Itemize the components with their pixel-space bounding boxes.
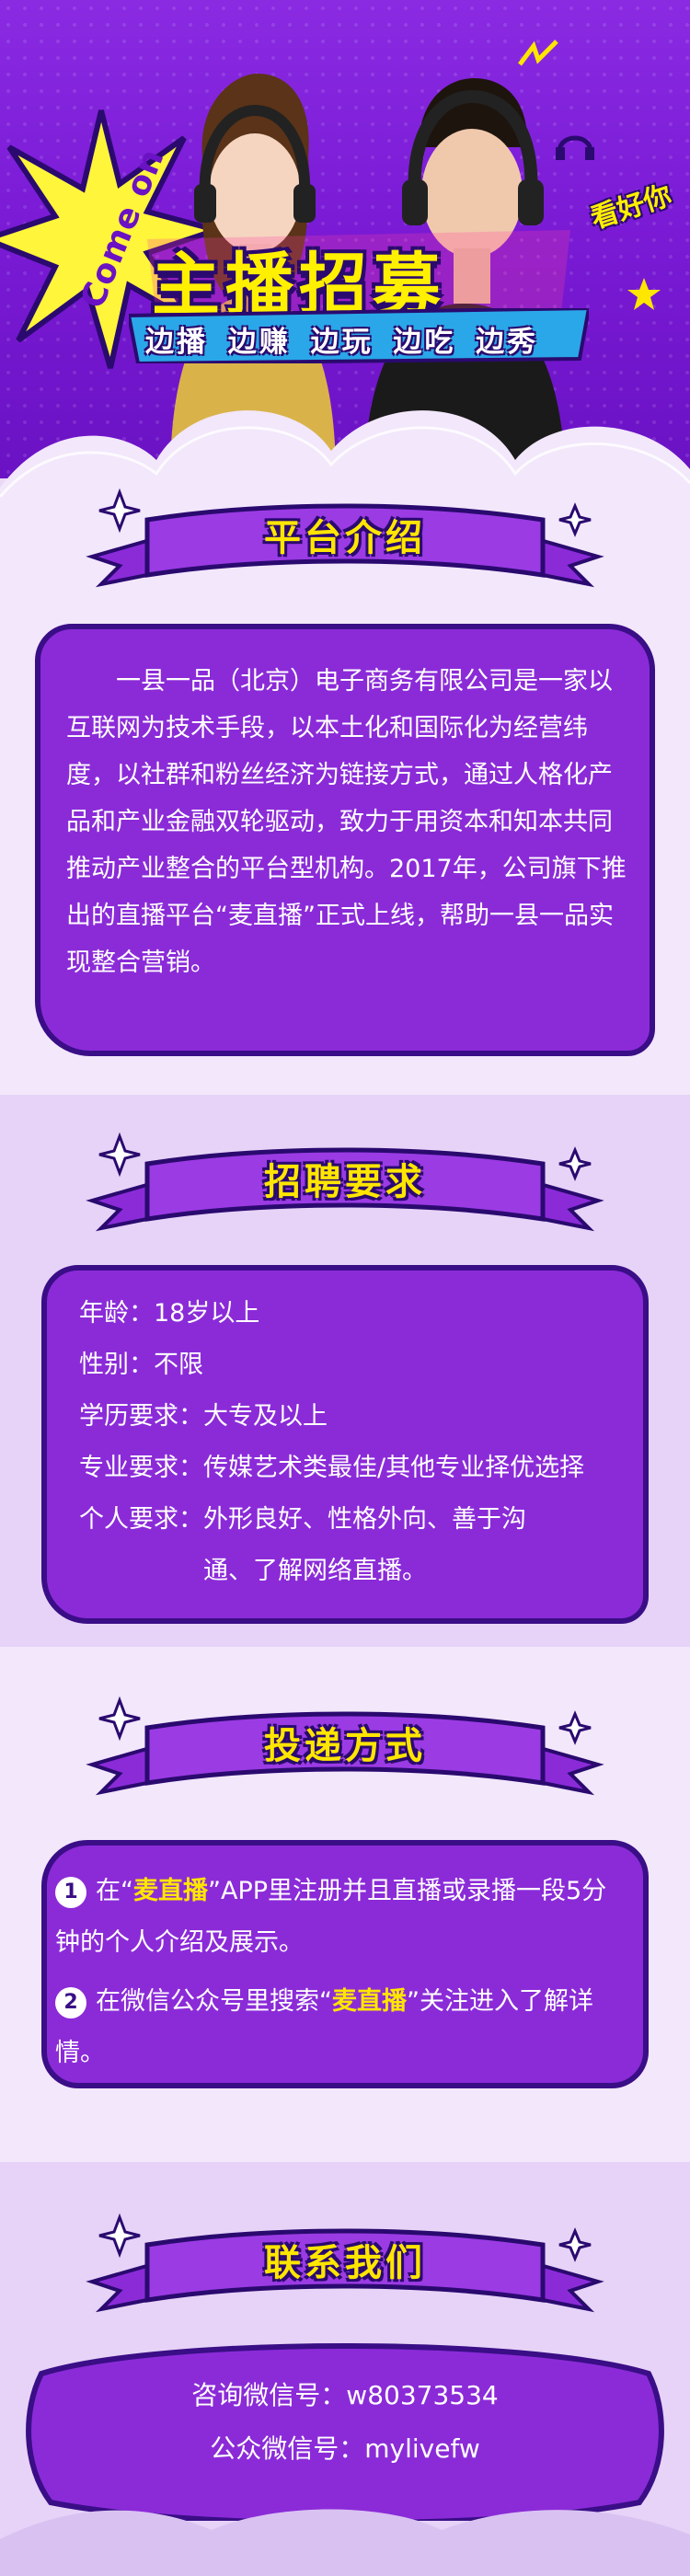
contact-wechat-line: 咨询微信号：w80373534 [191, 2380, 499, 2410]
requirements-title: 招聘要求 [264, 1161, 426, 1203]
apply-title: 投递方式 [264, 1725, 426, 1767]
requirement-item: 年龄： 18岁以上 [79, 1299, 260, 1328]
intro-title: 平台介绍 [264, 517, 426, 559]
lightning-icon [518, 40, 558, 66]
star-icon [627, 278, 661, 310]
requirement-item: 学历要求： 大专及以上 [79, 1402, 328, 1431]
intro-text: 一县一品（北京）电子商务有限公司是一家以互联网为技术手段，以本土化和国际化为经营… [66, 667, 627, 977]
requirement-item: 专业要求： 传媒艺术类最佳/其他专业择优选择 [79, 1454, 585, 1482]
contact-wechat-id[interactable]: w80373534 [346, 2380, 498, 2410]
hero-subtitle: 边播 边赚 边玩 边吃 边秀 [145, 326, 539, 359]
step-number-2-icon: 2 [55, 1986, 86, 2018]
requirement-item: 个人要求： 外形良好、性格外向、善于沟通、了解网络直播。 [79, 1505, 526, 1585]
apply-step-2: 2 在微信公众号里搜索“麦直播”关注进入了解详情。 [55, 1986, 593, 2067]
contact-official-id[interactable]: mylivefw [364, 2433, 479, 2464]
requirement-item: 性别： 不限 [79, 1351, 203, 1379]
requirements-list: 年龄： 18岁以上 性别： 不限 学历要求： 大专及以上 专业要求： 传媒艺术类最佳/其… [79, 1288, 631, 1597]
contact-official-line: 公众微信号：mylivefw [210, 2433, 480, 2464]
contact-title: 联系我们 [264, 2242, 426, 2284]
step-number-1-icon: 1 [55, 1876, 86, 1908]
apply-step-1: 1 在“麦直播”APP里注册并且直播或录播一段5分钟的个人介绍及展示。 [55, 1876, 607, 1957]
page: Come on 主播招募 边播 边赚 边玩 边吃 边秀 看好你 平台介绍 一县一… [0, 0, 690, 2576]
bottom-cloud [0, 2509, 690, 2576]
headphones-icon [556, 135, 594, 160]
